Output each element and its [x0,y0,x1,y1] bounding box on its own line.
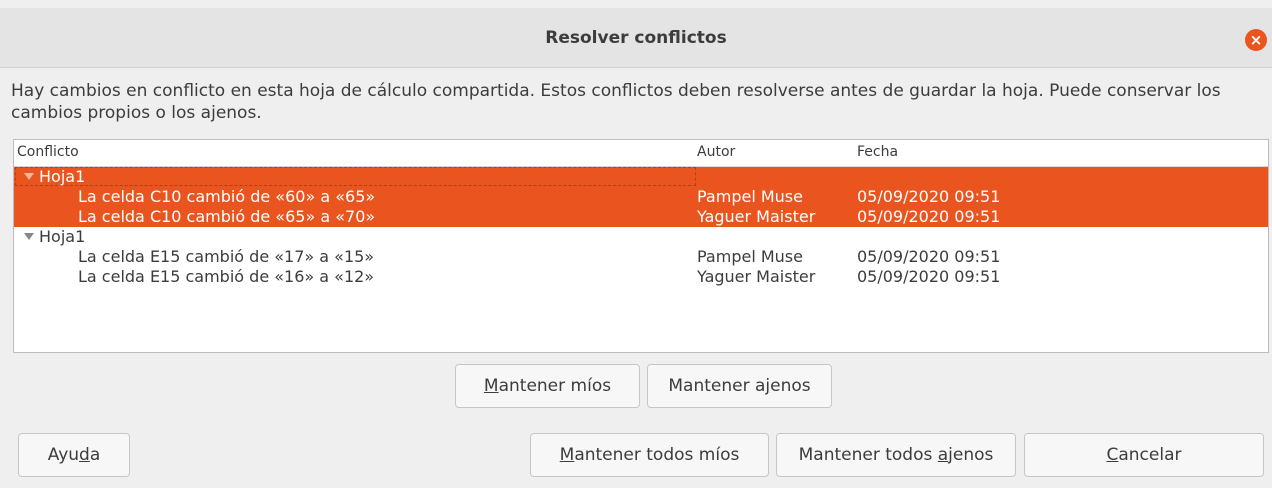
tree-header: Conflicto Autor Fecha [14,140,1268,167]
tree-row[interactable]: La celda E15 cambió de «16» a «12» Yague… [14,267,1268,287]
expander-triangle-icon[interactable] [24,173,34,180]
conflict-text: La celda C10 cambió de «65» a «70» [78,207,376,226]
date-text: 05/09/2020 09:51 [857,247,1001,266]
date-text: 05/09/2020 09:51 [857,207,1001,226]
keep-all-others-button[interactable]: Mantener todos ajenos [776,433,1016,477]
author-text: Pampel Muse [697,247,803,266]
conflict-text: La celda C10 cambió de «60» a «65» [78,187,376,206]
author-text: Pampel Muse [697,187,803,206]
keep-mine-button[interactable]: Mantener míos [455,364,640,408]
tree-row[interactable]: La celda C10 cambió de «60» a «65» Pampe… [14,187,1268,207]
conflict-text: La celda E15 cambió de «16» a «12» [78,267,375,286]
conflicts-tree[interactable]: Conflicto Autor Fecha Hoja1 La celda C10… [13,139,1269,353]
title-bar: Resolver conflictos × [0,8,1272,68]
group-label: Hoja1 [39,167,86,186]
conflict-message: Hay cambios en conflicto en esta hoja de… [11,81,1221,123]
tree-row[interactable]: La celda E15 cambió de «17» a «15» Pampe… [14,247,1268,267]
group-label: Hoja1 [39,227,86,246]
keep-others-button[interactable]: Mantener ajenos [647,364,832,408]
column-header-fecha[interactable]: Fecha [857,144,898,160]
dialog-title: Resolver conflictos [545,28,727,48]
close-icon[interactable]: × [1245,29,1267,51]
date-text: 05/09/2020 09:51 [857,187,1001,206]
conflict-text: La celda E15 cambió de «17» a «15» [78,247,375,266]
keep-all-mine-button[interactable]: Mantener todos míos [530,433,769,477]
expander-triangle-icon[interactable] [24,233,34,240]
tree-group-row[interactable]: Hoja1 [14,167,1268,187]
help-button[interactable]: Ayuda [18,433,130,477]
dialog-window: Resolver conflictos × Hay cambios en con… [0,0,1272,488]
tree-group-row[interactable]: Hoja1 [14,227,1268,247]
focus-rectangle [15,167,696,186]
author-text: Yaguer Maister [697,207,816,226]
date-text: 05/09/2020 09:51 [857,267,1001,286]
author-text: Yaguer Maister [697,267,816,286]
column-header-autor[interactable]: Autor [697,144,735,160]
tree-row[interactable]: La celda C10 cambió de «65» a «70» Yague… [14,207,1268,227]
column-header-conflicto[interactable]: Conflicto [17,144,79,160]
cancel-button[interactable]: Cancelar [1024,433,1264,477]
